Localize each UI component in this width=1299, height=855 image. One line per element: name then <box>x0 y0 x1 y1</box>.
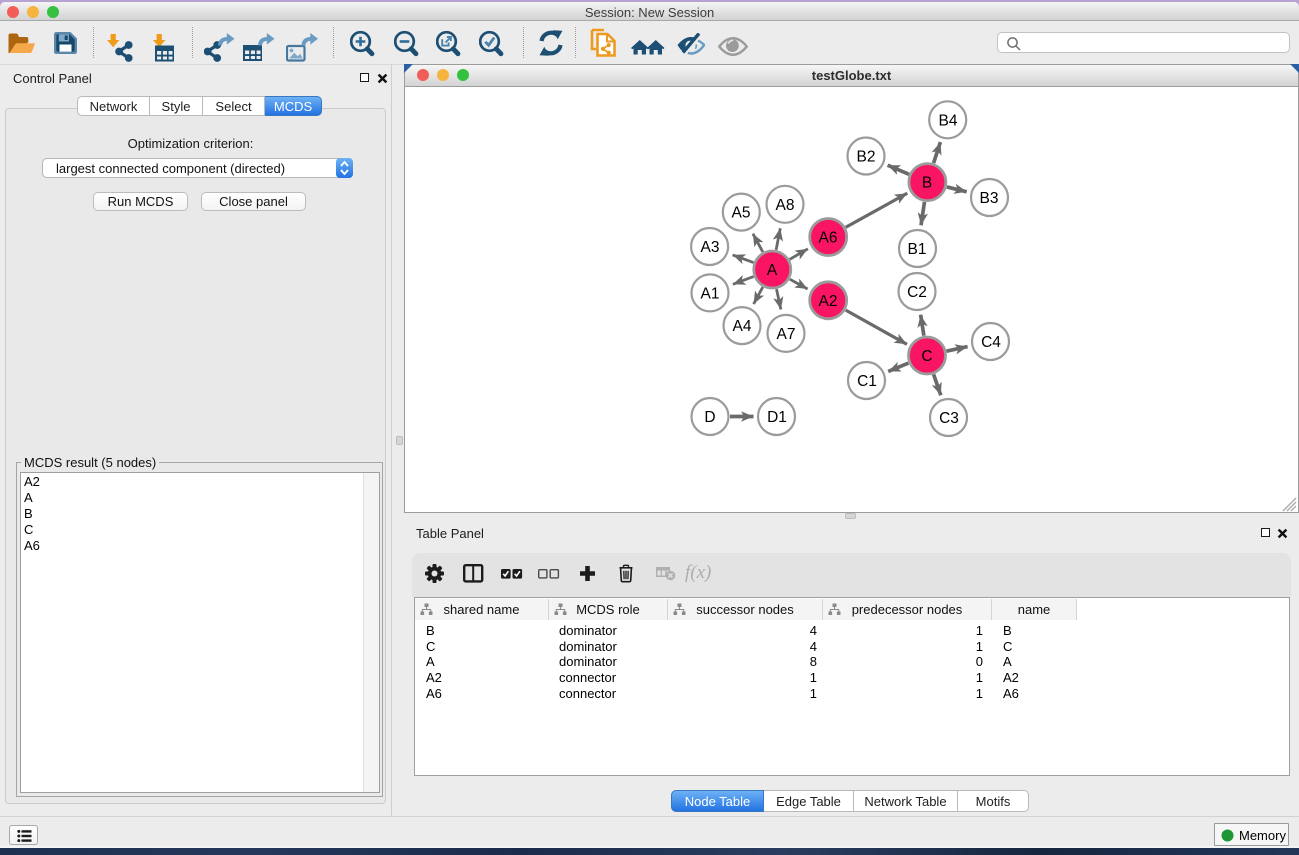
svg-text:A2: A2 <box>819 293 838 310</box>
svg-text:B2: B2 <box>857 149 876 166</box>
svg-text:A6: A6 <box>819 230 838 247</box>
svg-text:C4: C4 <box>981 334 1001 351</box>
svg-text:B1: B1 <box>908 241 927 258</box>
svg-text:A3: A3 <box>701 239 720 256</box>
svg-text:B3: B3 <box>980 190 999 207</box>
svg-text:A4: A4 <box>733 318 752 335</box>
svg-text:A1: A1 <box>701 285 720 302</box>
svg-text:D1: D1 <box>767 409 787 426</box>
svg-text:C3: C3 <box>939 410 959 427</box>
svg-text:D: D <box>704 409 715 426</box>
svg-text:A: A <box>767 262 778 279</box>
svg-text:A8: A8 <box>776 197 795 214</box>
svg-text:A5: A5 <box>732 205 751 222</box>
svg-text:C2: C2 <box>907 284 927 301</box>
svg-text:C: C <box>921 348 932 365</box>
svg-text:C1: C1 <box>857 373 877 390</box>
svg-text:A7: A7 <box>777 326 796 343</box>
svg-text:B4: B4 <box>939 112 958 129</box>
svg-text:B: B <box>922 175 932 192</box>
